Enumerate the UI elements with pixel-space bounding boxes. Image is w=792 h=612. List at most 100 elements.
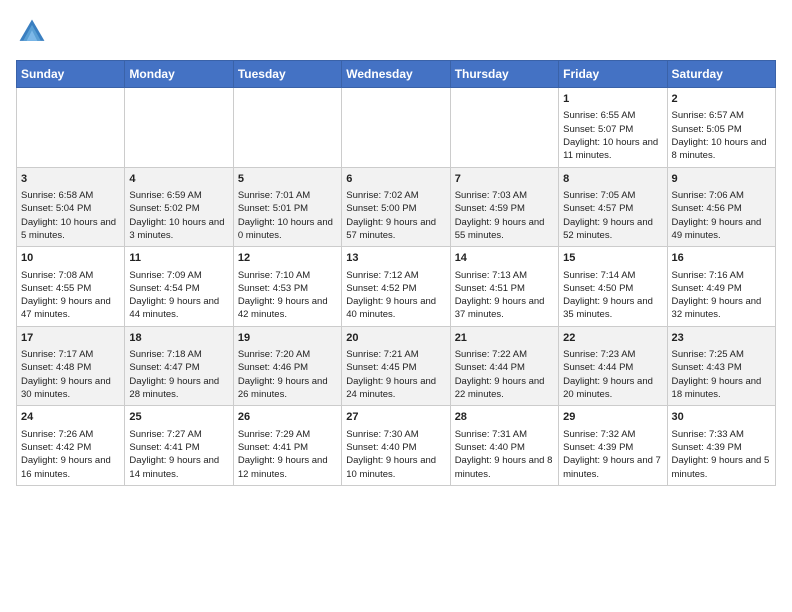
day-number: 24 [21, 410, 120, 425]
day-info: Sunrise: 7:18 AM Sunset: 4:47 PM Dayligh… [129, 348, 228, 401]
calendar-cell: 9 Sunrise: 7:06 AM Sunset: 4:56 PM Daylig… [667, 167, 775, 247]
calendar-cell: 20 Sunrise: 7:21 AM Sunset: 4:45 PM Dayli… [342, 326, 450, 406]
day-number: 25 [129, 410, 228, 425]
calendar-cell: 17 Sunrise: 7:17 AM Sunset: 4:48 PM Dayli… [17, 326, 125, 406]
weekday-header-saturday: Saturday [667, 61, 775, 88]
calendar-cell: 11 Sunrise: 7:09 AM Sunset: 4:54 PM Dayli… [125, 247, 233, 327]
day-number: 12 [238, 251, 337, 266]
day-info: Sunrise: 7:03 AM Sunset: 4:59 PM Dayligh… [455, 189, 554, 242]
day-info: Sunrise: 7:21 AM Sunset: 4:45 PM Dayligh… [346, 348, 445, 401]
day-number: 18 [129, 331, 228, 346]
calendar-cell: 7 Sunrise: 7:03 AM Sunset: 4:59 PM Daylig… [450, 167, 558, 247]
day-number: 7 [455, 172, 554, 187]
weekday-header-tuesday: Tuesday [233, 61, 341, 88]
day-number: 9 [672, 172, 771, 187]
day-info: Sunrise: 7:12 AM Sunset: 4:52 PM Dayligh… [346, 269, 445, 322]
calendar-cell [17, 88, 125, 168]
logo-icon [16, 16, 48, 48]
day-number: 27 [346, 410, 445, 425]
calendar-cell: 29Sunrise: 7:32 AM Sunset: 4:39 PM Dayli… [559, 406, 667, 486]
day-info: Sunrise: 7:30 AM Sunset: 4:40 PM Dayligh… [346, 428, 445, 481]
calendar-cell: 6Sunrise: 7:02 AM Sunset: 5:00 PM Daylig… [342, 167, 450, 247]
day-number: 16 [672, 251, 771, 266]
calendar-cell: 18 Sunrise: 7:18 AM Sunset: 4:47 PM Dayli… [125, 326, 233, 406]
weekday-header-monday: Monday [125, 61, 233, 88]
calendar-cell: 16 Sunrise: 7:16 AM Sunset: 4:49 PM Dayli… [667, 247, 775, 327]
logo [16, 16, 52, 48]
day-info: Sunrise: 7:22 AM Sunset: 4:44 PM Dayligh… [455, 348, 554, 401]
calendar-cell: 28Sunrise: 7:31 AM Sunset: 4:40 PM Dayli… [450, 406, 558, 486]
day-info: Sunrise: 7:06 AM Sunset: 4:56 PM Dayligh… [672, 189, 771, 242]
day-info: Sunrise: 7:31 AM Sunset: 4:40 PM Dayligh… [455, 428, 554, 481]
weekday-header-sunday: Sunday [17, 61, 125, 88]
calendar-cell: 30 Sunrise: 7:33 AM Sunset: 4:39 PM Dayli… [667, 406, 775, 486]
calendar-cell: 15 Sunrise: 7:14 AM Sunset: 4:50 PM Dayli… [559, 247, 667, 327]
day-info: Sunrise: 6:57 AM Sunset: 5:05 PM Dayligh… [672, 109, 771, 162]
calendar-cell: 23 Sunrise: 7:25 AM Sunset: 4:43 PM Dayli… [667, 326, 775, 406]
day-number: 29 [563, 410, 662, 425]
day-info: Sunrise: 7:29 AM Sunset: 4:41 PM Dayligh… [238, 428, 337, 481]
day-info: Sunrise: 7:01 AM Sunset: 5:01 PM Dayligh… [238, 189, 337, 242]
day-number: 22 [563, 331, 662, 346]
day-number: 23 [672, 331, 771, 346]
calendar-cell [233, 88, 341, 168]
calendar-cell: 19 Sunrise: 7:20 AM Sunset: 4:46 PM Dayli… [233, 326, 341, 406]
day-info: Sunrise: 7:26 AM Sunset: 4:42 PM Dayligh… [21, 428, 120, 481]
weekday-header-thursday: Thursday [450, 61, 558, 88]
day-number: 30 [672, 410, 771, 425]
day-number: 13 [346, 251, 445, 266]
day-info: Sunrise: 7:23 AM Sunset: 4:44 PM Dayligh… [563, 348, 662, 401]
day-info: Sunrise: 7:25 AM Sunset: 4:43 PM Dayligh… [672, 348, 771, 401]
day-info: Sunrise: 7:10 AM Sunset: 4:53 PM Dayligh… [238, 269, 337, 322]
day-info: Sunrise: 7:20 AM Sunset: 4:46 PM Dayligh… [238, 348, 337, 401]
calendar-cell: 4 Sunrise: 6:59 AM Sunset: 5:02 PM Daylig… [125, 167, 233, 247]
day-number: 20 [346, 331, 445, 346]
day-info: Sunrise: 7:27 AM Sunset: 4:41 PM Dayligh… [129, 428, 228, 481]
day-number: 3 [21, 172, 120, 187]
calendar-cell: 14 Sunrise: 7:13 AM Sunset: 4:51 PM Dayli… [450, 247, 558, 327]
day-number: 15 [563, 251, 662, 266]
day-number: 5 [238, 172, 337, 187]
day-number: 2 [672, 92, 771, 107]
day-number: 4 [129, 172, 228, 187]
day-info: Sunrise: 6:58 AM Sunset: 5:04 PM Dayligh… [21, 189, 120, 242]
day-info: Sunrise: 7:14 AM Sunset: 4:50 PM Dayligh… [563, 269, 662, 322]
calendar-cell: 2 Sunrise: 6:57 AM Sunset: 5:05 PM Daylig… [667, 88, 775, 168]
day-info: Sunrise: 7:05 AM Sunset: 4:57 PM Dayligh… [563, 189, 662, 242]
day-info: Sunrise: 7:16 AM Sunset: 4:49 PM Dayligh… [672, 269, 771, 322]
weekday-header-friday: Friday [559, 61, 667, 88]
calendar-cell: 21 Sunrise: 7:22 AM Sunset: 4:44 PM Dayli… [450, 326, 558, 406]
calendar-cell [125, 88, 233, 168]
day-info: Sunrise: 7:13 AM Sunset: 4:51 PM Dayligh… [455, 269, 554, 322]
day-number: 17 [21, 331, 120, 346]
calendar-cell: 24 Sunrise: 7:26 AM Sunset: 4:42 PM Dayli… [17, 406, 125, 486]
day-info: Sunrise: 7:33 AM Sunset: 4:39 PM Dayligh… [672, 428, 771, 481]
calendar-cell: 10 Sunrise: 7:08 AM Sunset: 4:55 PM Dayli… [17, 247, 125, 327]
day-info: Sunrise: 7:08 AM Sunset: 4:55 PM Dayligh… [21, 269, 120, 322]
calendar-cell: 1 Sunrise: 6:55 AM Sunset: 5:07 PM Daylig… [559, 88, 667, 168]
weekday-header-wednesday: Wednesday [342, 61, 450, 88]
calendar-table: SundayMondayTuesdayWednesdayThursdayFrid… [16, 60, 776, 486]
calendar-cell: 5 Sunrise: 7:01 AM Sunset: 5:01 PM Daylig… [233, 167, 341, 247]
page-header [16, 16, 776, 48]
calendar-cell: 12 Sunrise: 7:10 AM Sunset: 4:53 PM Dayli… [233, 247, 341, 327]
calendar-cell: 25 Sunrise: 7:27 AM Sunset: 4:41 PM Dayli… [125, 406, 233, 486]
day-number: 1 [563, 92, 662, 107]
calendar-cell [450, 88, 558, 168]
calendar-cell: 3 Sunrise: 6:58 AM Sunset: 5:04 PM Daylig… [17, 167, 125, 247]
day-info: Sunrise: 7:09 AM Sunset: 4:54 PM Dayligh… [129, 269, 228, 322]
day-number: 19 [238, 331, 337, 346]
calendar-cell: 27 Sunrise: 7:30 AM Sunset: 4:40 PM Dayli… [342, 406, 450, 486]
day-info: Sunrise: 6:55 AM Sunset: 5:07 PM Dayligh… [563, 109, 662, 162]
day-info: Sunrise: 7:17 AM Sunset: 4:48 PM Dayligh… [21, 348, 120, 401]
calendar-cell: 8Sunrise: 7:05 AM Sunset: 4:57 PM Daylig… [559, 167, 667, 247]
calendar-cell [342, 88, 450, 168]
day-number: 6 [346, 172, 445, 187]
day-number: 14 [455, 251, 554, 266]
day-number: 26 [238, 410, 337, 425]
day-number: 10 [21, 251, 120, 266]
day-number: 21 [455, 331, 554, 346]
day-info: Sunrise: 6:59 AM Sunset: 5:02 PM Dayligh… [129, 189, 228, 242]
day-number: 11 [129, 251, 228, 266]
calendar-cell: 13 Sunrise: 7:12 AM Sunset: 4:52 PM Dayli… [342, 247, 450, 327]
